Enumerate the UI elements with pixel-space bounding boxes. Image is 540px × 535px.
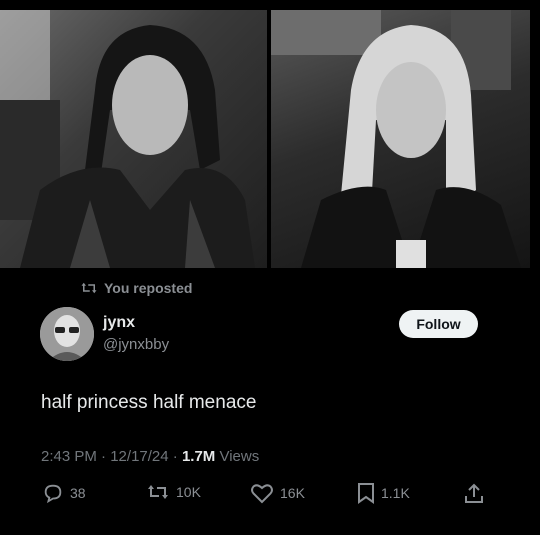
author-handle[interactable]: @jynxbby [103, 336, 169, 353]
repost-button[interactable]: 10K [146, 482, 201, 502]
tweet-time[interactable]: 2:43 PM [41, 448, 97, 465]
bookmark-button[interactable]: 1.1K [357, 482, 410, 504]
views-count[interactable]: 1.7M [182, 448, 215, 465]
tweet-date[interactable]: 12/17/24 [110, 448, 168, 465]
meta-separator: · [168, 448, 182, 465]
share-icon [465, 483, 483, 503]
reply-count: 38 [70, 485, 86, 501]
photo-right[interactable] [271, 10, 530, 268]
views-label: Views [215, 448, 260, 465]
heart-icon [251, 484, 273, 504]
bookmark-icon [358, 483, 374, 504]
share-button[interactable] [464, 482, 484, 504]
bookmark-count: 1.1K [381, 485, 410, 501]
meta-separator: · [96, 448, 111, 465]
like-count: 16K [280, 485, 305, 501]
tweet-meta: 2:43 PM · 12/17/24 · 1.7M Views [41, 448, 259, 465]
author-name[interactable]: jynx [103, 314, 135, 332]
repost-indicator: You reposted [80, 280, 192, 296]
action-bar: 38 10K 16K 1.1K [0, 482, 540, 512]
repost-count: 10K [176, 484, 201, 500]
like-button[interactable]: 16K [250, 482, 305, 504]
repost-icon [81, 282, 97, 294]
media-grid[interactable] [0, 10, 540, 268]
reply-button[interactable]: 38 [42, 482, 86, 504]
photo-left[interactable] [0, 10, 267, 268]
tweet-text: half princess half menace [41, 392, 257, 413]
repost-icon [148, 485, 168, 499]
follow-button[interactable]: Follow [399, 310, 478, 338]
repost-label: You reposted [104, 280, 193, 296]
avatar[interactable] [40, 307, 94, 361]
reply-icon [44, 484, 62, 504]
